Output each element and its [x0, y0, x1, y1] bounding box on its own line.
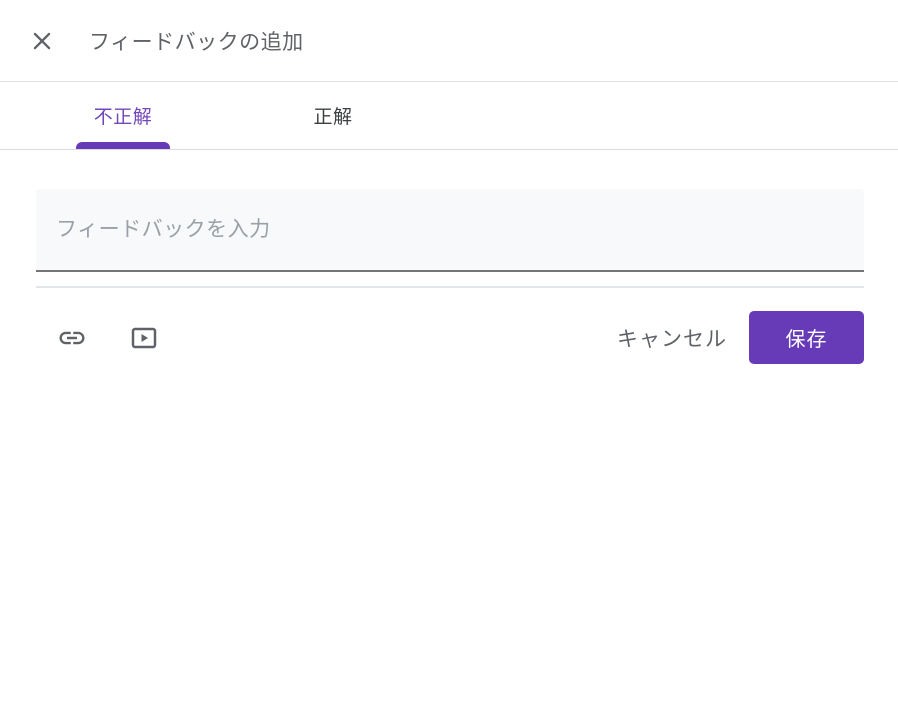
dialog-header: フィードバックの追加 — [0, 0, 898, 82]
active-tab-indicator — [76, 142, 170, 149]
video-icon — [129, 323, 159, 353]
dialog-title: フィードバックの追加 — [89, 26, 304, 56]
tab-correct-label: 正解 — [313, 102, 352, 129]
cancel-button[interactable]: キャンセル — [613, 313, 731, 363]
close-x-icon — [29, 28, 55, 54]
insert-link-button[interactable] — [56, 322, 88, 354]
save-button[interactable]: 保存 — [749, 311, 864, 364]
action-row: キャンセル 保存 — [36, 311, 864, 364]
feedback-input[interactable] — [36, 189, 864, 272]
close-button[interactable] — [28, 27, 56, 55]
add-feedback-dialog: フィードバックの追加 不正解 正解 — [0, 0, 898, 713]
content-divider — [36, 286, 864, 288]
tab-correct[interactable]: 正解 — [228, 82, 438, 149]
tab-incorrect-label: 不正解 — [94, 102, 153, 129]
feedback-tabbar: 不正解 正解 — [0, 82, 898, 150]
add-video-button[interactable] — [128, 322, 160, 354]
tab-incorrect[interactable]: 不正解 — [18, 82, 228, 149]
insert-link-icon — [57, 323, 87, 353]
